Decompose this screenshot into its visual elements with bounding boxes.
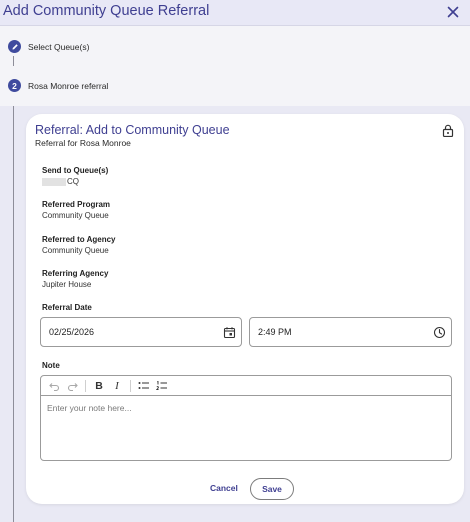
- referral-card: Referral: Add to Community Queue Referra…: [26, 114, 464, 504]
- lock-icon: [442, 124, 454, 138]
- stepper: Select Queue(s) 2 Rosa Monroe referral: [0, 26, 470, 106]
- field-value: Community Queue: [42, 211, 109, 220]
- cancel-button[interactable]: Cancel: [210, 483, 238, 493]
- field-label: Referred to Agency: [42, 235, 116, 244]
- time-value: 2:49 PM: [258, 327, 292, 337]
- field-send-to-queues: Send to Queue(s) CQ: [42, 166, 108, 186]
- step-connector: [13, 106, 14, 522]
- numbered-list-icon[interactable]: [153, 378, 171, 394]
- italic-button[interactable]: I: [108, 378, 126, 394]
- dialog-actions: Cancel Save: [26, 478, 464, 500]
- editor-toolbar: B I: [41, 376, 451, 396]
- undo-icon[interactable]: [45, 378, 63, 394]
- bulleted-list-icon[interactable]: [135, 378, 153, 394]
- calendar-icon[interactable]: [223, 326, 236, 339]
- note-label: Note: [42, 361, 60, 370]
- close-icon[interactable]: [444, 3, 462, 21]
- step-connector: [13, 56, 14, 66]
- step-label: Select Queue(s): [28, 41, 90, 52]
- clock-icon[interactable]: [433, 326, 446, 339]
- redo-icon[interactable]: [63, 378, 81, 394]
- note-textarea[interactable]: Enter your note here...: [41, 396, 451, 420]
- field-referring-agency: Referring Agency Jupiter House: [42, 269, 108, 289]
- field-value: CQ: [67, 177, 79, 186]
- time-input[interactable]: 2:49 PM: [249, 317, 452, 347]
- bold-button[interactable]: B: [90, 378, 108, 394]
- field-value: Community Queue: [42, 246, 109, 255]
- field-referred-to-agency: Referred to Agency Community Queue: [42, 235, 116, 255]
- card-title: Referral: Add to Community Queue: [35, 123, 230, 137]
- referral-date-label: Referral Date: [42, 303, 92, 312]
- toolbar-divider: [85, 379, 86, 392]
- save-button[interactable]: Save: [250, 478, 294, 500]
- field-value: Jupiter House: [42, 280, 92, 289]
- step-number: 2: [8, 79, 21, 92]
- note-editor: B I Enter your note here...: [40, 375, 452, 461]
- date-value: 02/25/2026: [49, 327, 95, 337]
- pencil-icon: [8, 40, 21, 53]
- field-label: Referring Agency: [42, 269, 109, 278]
- field-label: Send to Queue(s): [42, 166, 109, 175]
- field-label: Referred Program: [42, 200, 111, 209]
- card-subtitle: Referral for Rosa Monroe: [35, 138, 131, 148]
- date-input[interactable]: 02/25/2026: [40, 317, 242, 347]
- dialog-title: Add Community Queue Referral: [3, 3, 210, 19]
- step-label: Rosa Monroe referral: [28, 80, 109, 91]
- dialog-header: Add Community Queue Referral: [0, 0, 470, 26]
- toolbar-divider: [130, 379, 131, 392]
- step-select-queues[interactable]: Select Queue(s): [8, 40, 89, 53]
- step-referral: 2 Rosa Monroe referral: [8, 79, 108, 92]
- redacted-block: [42, 177, 66, 186]
- field-referred-program: Referred Program Community Queue: [42, 200, 110, 220]
